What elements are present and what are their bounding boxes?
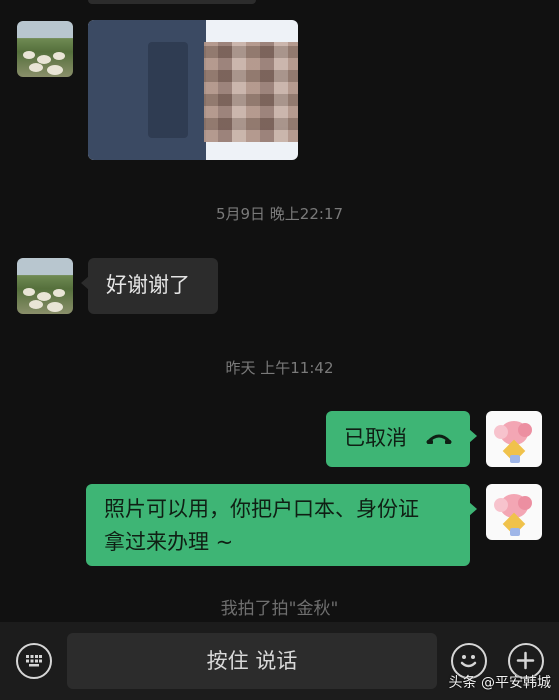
pat-system-note: 我拍了拍"金秋"	[220, 599, 339, 619]
watermark-handle: @平安韩城	[481, 675, 551, 691]
photo-pixelated-face	[204, 42, 298, 142]
timestamp: 5月9日 晚上22:17	[215, 205, 344, 223]
incoming-message-bubble[interactable]: 好谢谢了	[81, 258, 218, 314]
keyboard-icon[interactable]	[16, 643, 52, 679]
photo-message[interactable]	[88, 20, 298, 160]
hold-to-talk-button[interactable]: 按住 说话	[67, 633, 437, 689]
my-avatar[interactable]	[486, 484, 542, 540]
photo-person-body	[88, 20, 206, 160]
source-watermark: 头条 @平安韩城	[449, 672, 551, 692]
call-status-text: 已取消	[344, 426, 407, 450]
contact-avatar[interactable]	[17, 21, 73, 77]
message-text-line: 拿过来办理 ~	[104, 530, 234, 554]
watermark-prefix: 头条	[448, 675, 477, 691]
timestamp: 昨天 上午11:42	[225, 359, 334, 377]
previous-message-edge	[88, 0, 256, 4]
message-text-line: 照片可以用，你把户口本、身份证	[104, 497, 419, 521]
contact-avatar[interactable]	[17, 258, 73, 314]
my-avatar[interactable]	[486, 411, 542, 467]
outgoing-message-bubble[interactable]: 照片可以用，你把户口本、身份证 拿过来办理 ~	[86, 484, 477, 566]
chat-screen: 5月9日 晚上22:17 好谢谢了 昨天 上午11:42 已取消 照片可以用，你…	[0, 0, 559, 700]
photo-person-collar	[148, 42, 188, 138]
phone-hangup-icon	[426, 434, 452, 444]
input-bar: 按住 说话 头条 @平安韩城	[0, 622, 559, 700]
message-text: 好谢谢了	[106, 273, 190, 297]
call-cancelled-bubble[interactable]: 已取消	[326, 411, 477, 467]
